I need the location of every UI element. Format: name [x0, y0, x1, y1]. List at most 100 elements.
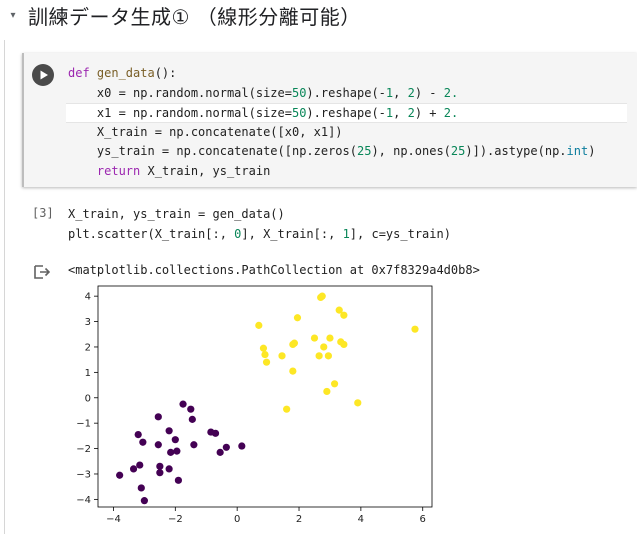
- scatter-point: [318, 292, 326, 300]
- scatter-point: [320, 343, 328, 351]
- output-text: <matplotlib.collections.PathCollection a…: [68, 263, 480, 277]
- scatter-point: [165, 427, 173, 435]
- code-token: 2.: [443, 85, 459, 100]
- code-token: ) -: [414, 85, 444, 100]
- code-cell-gen-data[interactable]: def gen_data(): x0 = np.random.normal(si…: [22, 53, 637, 187]
- scatter-point: [156, 469, 164, 477]
- code-token: ): [588, 144, 596, 158]
- scatter-point: [179, 400, 187, 408]
- scatter-point: [154, 413, 162, 421]
- scatter-point: [354, 399, 362, 407]
- cell-gutter-rule: [4, 40, 5, 534]
- section-title: 訓練データ生成① （線形分離可能）: [28, 4, 361, 29]
- scatter-point: [165, 465, 173, 473]
- scatter-point: [174, 476, 183, 484]
- code-token: ).reshape(-: [306, 85, 386, 100]
- code-editor[interactable]: def gen_data(): x0 = np.random.normal(si…: [66, 64, 627, 182]
- y-tick-label: −3: [76, 469, 91, 480]
- scatter-point: [129, 465, 138, 473]
- scatter-point: [411, 325, 419, 333]
- code-token: gen_data: [96, 66, 155, 80]
- code-token: x1 = np.random.normal(size=: [68, 106, 292, 120]
- scatter-point: [216, 448, 224, 456]
- output-arrow-icon[interactable]: [34, 265, 50, 279]
- code-token: plt.scatter(X_train[:,: [68, 226, 235, 241]
- scatter-point: [315, 352, 323, 360]
- code-token: 25: [356, 144, 372, 158]
- scatter-point: [156, 462, 164, 470]
- x-tick-label: 4: [358, 514, 364, 525]
- code-line: ys_train = np.concatenate([np.zeros(25),…: [68, 142, 627, 162]
- code-token: X_train, ys_train: [140, 163, 271, 178]
- scatter-point: [154, 441, 162, 449]
- scatter-point: [324, 352, 332, 360]
- code-token: 1: [342, 226, 350, 241]
- code-line: x0 = np.random.normal(size=50).reshape(-…: [68, 84, 627, 104]
- y-tick-label: −1: [76, 419, 91, 430]
- scatter-point: [222, 443, 230, 451]
- scatter-point: [188, 415, 196, 423]
- scatter-point: [340, 340, 348, 349]
- scatter-point: [259, 344, 268, 352]
- x-tick-label: 2: [296, 514, 302, 525]
- scatter-point: [283, 405, 291, 413]
- scatter-point: [323, 387, 331, 396]
- scatter-point: [139, 438, 147, 446]
- scatter-plot-svg: −4 −2 0 2 4 6 −4 −3 −2 −1 0 1 2 3 4: [76, 285, 433, 525]
- code-line: X_train, ys_train = gen_data(): [68, 205, 627, 225]
- code-line: return X_train, ys_train: [68, 162, 627, 182]
- scatter-point: [326, 334, 334, 342]
- code-token: 2: [407, 85, 415, 100]
- scatter-point: [330, 380, 339, 388]
- scatter-point: [238, 442, 246, 450]
- y-tick-label: 4: [85, 292, 91, 303]
- plot-frame: [97, 285, 433, 508]
- scatter-point: [290, 339, 298, 347]
- scatter-point: [310, 334, 319, 342]
- y-tick-label: 1: [85, 368, 91, 379]
- execution-count: [3]: [32, 206, 54, 220]
- code-line: x1 = np.random.normal(size=50).reshape(-…: [66, 103, 627, 123]
- section-header[interactable]: ▾ 訓練データ生成① （線形分離可能）: [0, 0, 637, 30]
- play-icon: [40, 70, 48, 80]
- scatter-point: [340, 311, 348, 319]
- scatter-point: [278, 352, 286, 360]
- code-token: ), np.ones(: [371, 144, 451, 158]
- code-token: return: [96, 163, 141, 178]
- scatter-point: [116, 471, 124, 479]
- scatter-point: [187, 405, 195, 413]
- scatter-point: [255, 321, 263, 329]
- code-token: int: [566, 144, 589, 158]
- scatter-point: [293, 314, 302, 322]
- y-tick-label: −2: [76, 444, 91, 455]
- run-cell-button[interactable]: [32, 64, 54, 86]
- code-token: 2: [407, 106, 415, 120]
- code-token: ys_train = np.concatenate([np.zeros(: [68, 144, 357, 158]
- scatter-point: [190, 441, 198, 449]
- code-token: ).reshape(-: [306, 106, 386, 120]
- code-token: )]).astype(np.: [465, 144, 567, 158]
- code-token: ,: [393, 106, 408, 120]
- scatter-point: [134, 431, 142, 439]
- cell-focus-bar: [22, 53, 24, 187]
- code-token: x0 = np.random.normal(size=: [68, 85, 292, 100]
- code-token: 50: [291, 106, 307, 120]
- code-token: ():: [154, 66, 177, 80]
- y-tick-label: −4: [76, 495, 91, 506]
- collapse-arrow-icon[interactable]: ▾: [2, 10, 24, 21]
- scatter-point: [137, 484, 145, 492]
- code-token: 50: [291, 85, 307, 100]
- y-tick-label: 3: [85, 317, 91, 328]
- code-editor[interactable]: X_train, ys_train = gen_data() plt.scatte…: [68, 205, 627, 244]
- y-tick-label: 2: [85, 342, 91, 353]
- code-cell-scatter[interactable]: [3] X_train, ys_train = gen_data() plt.sc…: [22, 200, 637, 250]
- x-tick-label: 6: [420, 514, 426, 525]
- code-token: ) +: [414, 106, 444, 120]
- scatter-point: [211, 429, 220, 437]
- code-token: 25: [450, 144, 466, 158]
- scatter-point: [261, 350, 269, 359]
- x-tick-label: −2: [168, 514, 183, 525]
- scatter-point: [262, 358, 271, 366]
- scatter-point: [167, 448, 175, 456]
